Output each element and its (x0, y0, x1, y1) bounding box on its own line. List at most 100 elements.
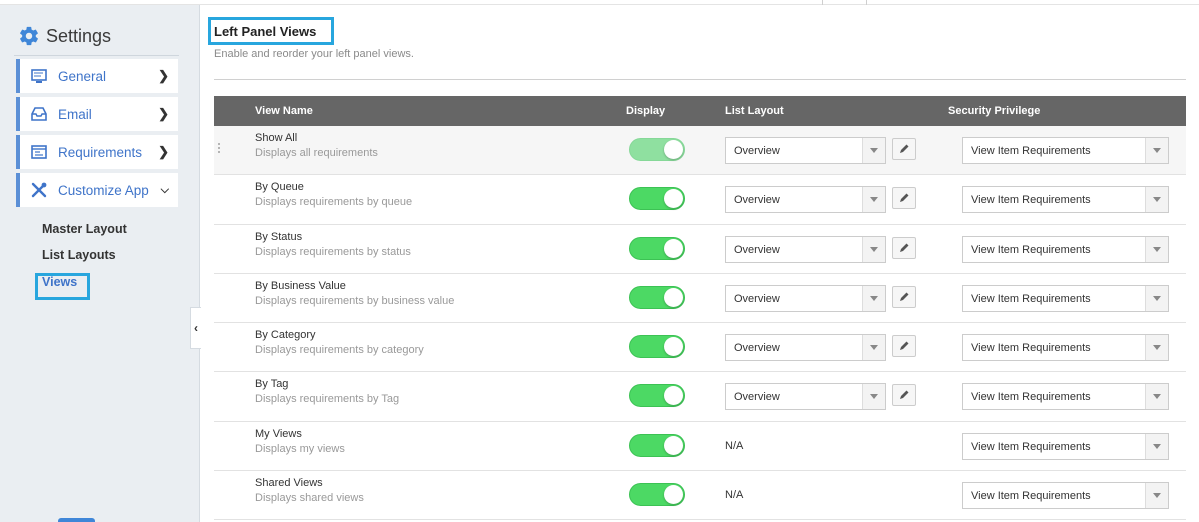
toggle-knob (664, 435, 683, 455)
view-name: My Views (255, 427, 302, 440)
caret-down-icon (862, 384, 885, 410)
list-layout-select[interactable]: Overview (725, 235, 886, 263)
display-toggle[interactable] (629, 335, 685, 359)
requirements-icon (30, 144, 48, 160)
edit-layout-button[interactable] (892, 187, 916, 210)
list-layout-value: N/A (725, 489, 744, 502)
list-layout-select[interactable]: Overview (725, 334, 886, 362)
edit-layout-button[interactable] (892, 236, 916, 259)
table-row[interactable]: Show All Displays all requirements Overv… (214, 126, 1186, 176)
security-privilege-select[interactable]: View Item Requirements (962, 334, 1169, 362)
edit-layout-button[interactable] (892, 138, 916, 160)
toggle-knob (664, 337, 683, 357)
divider (14, 55, 179, 56)
table-row[interactable]: By Category Displays requirements by cat… (214, 323, 1186, 373)
table-row[interactable]: By Queue Displays requirements by queue … (214, 175, 1186, 225)
main-content: Left Panel Views Enable and reorder your… (200, 5, 1199, 522)
view-description: Displays all requirements (255, 147, 378, 159)
display-toggle[interactable] (629, 483, 685, 507)
settings-title: Settings (46, 25, 112, 46)
edit-layout-button[interactable] (892, 384, 916, 407)
table-row[interactable]: My Views Displays my views N/A View Item… (214, 422, 1186, 472)
chevron-left-icon: ‹ (194, 321, 198, 335)
caret-down-icon (1145, 384, 1168, 410)
select-value: View Item Requirements (971, 440, 1091, 453)
pencil-icon (900, 390, 909, 400)
submenu-list-layouts[interactable]: List Layouts (42, 248, 116, 262)
display-toggle[interactable] (629, 187, 685, 211)
select-value: View Item Requirements (971, 243, 1091, 256)
column-header-security-privilege: Security Privilege (948, 105, 1041, 117)
menu-item-label: Email (58, 106, 92, 122)
table-header: View Name Display List Layout Security P… (214, 96, 1186, 126)
list-layout-value: N/A (725, 439, 744, 452)
select-value: Overview (734, 391, 780, 404)
list-layout-select[interactable]: Overview (725, 186, 886, 214)
security-privilege-select[interactable]: View Item Requirements (962, 284, 1169, 312)
drag-handle-icon[interactable] (218, 143, 221, 155)
view-name: Shared Views (255, 477, 323, 490)
select-value: Overview (734, 145, 780, 157)
security-privilege-select[interactable]: View Item Requirements (962, 432, 1169, 460)
select-value: View Item Requirements (971, 292, 1091, 305)
toggle-knob (664, 189, 683, 209)
edit-layout-button[interactable] (892, 335, 916, 358)
column-header-display: Display (626, 105, 666, 117)
security-privilege-select[interactable]: View Item Requirements (962, 482, 1169, 510)
divider (214, 79, 1186, 80)
select-value: Overview (734, 342, 780, 355)
pencil-icon (900, 193, 909, 203)
select-value: View Item Requirements (971, 391, 1091, 404)
chevron-down-icon: ⌵ (160, 183, 169, 196)
views-highlight (35, 273, 90, 300)
views-table: View Name Display List Layout Security P… (214, 96, 1186, 521)
list-layout-select[interactable]: Overview (725, 284, 886, 312)
select-value: View Item Requirements (971, 194, 1091, 207)
display-toggle[interactable] (629, 138, 685, 161)
menu-item-requirements[interactable]: Requirements ❯ (16, 135, 178, 169)
view-description: Displays requirements by business value (255, 294, 455, 307)
settings-header: Settings (18, 25, 111, 47)
security-privilege-select[interactable]: View Item Requirements (962, 235, 1169, 263)
select-value: View Item Requirements (971, 145, 1091, 157)
security-privilege-select[interactable]: View Item Requirements (962, 186, 1169, 214)
toggle-knob (664, 485, 683, 505)
caret-down-icon (1145, 236, 1168, 262)
view-description: Displays shared views (255, 492, 364, 505)
edit-layout-button[interactable] (892, 285, 916, 308)
view-name: By Tag (255, 378, 289, 391)
table-row[interactable]: Shared Views Displays shared views N/A V… (214, 471, 1186, 521)
menu-item-label: General (58, 68, 107, 84)
display-toggle[interactable] (629, 285, 685, 309)
display-toggle[interactable] (629, 433, 685, 457)
gear-icon (20, 26, 38, 46)
view-name: By Status (255, 230, 303, 243)
view-description: Displays requirements by category (255, 344, 424, 357)
security-privilege-select[interactable]: View Item Requirements (962, 137, 1169, 164)
menu-item-customize-app[interactable]: Customize App ⌵ (16, 173, 178, 207)
display-toggle[interactable] (629, 384, 685, 408)
menu-item-email[interactable]: Email ❯ (16, 97, 178, 131)
menu-item-label: Customize App (58, 182, 149, 198)
display-toggle[interactable] (629, 236, 685, 260)
security-privilege-select[interactable]: View Item Requirements (962, 383, 1169, 411)
toggle-knob (664, 140, 683, 159)
table-row[interactable]: By Tag Displays requirements by Tag Over… (214, 372, 1186, 422)
caret-down-icon (1145, 187, 1168, 213)
table-row[interactable]: By Business Value Displays requirements … (214, 274, 1186, 324)
pencil-icon (900, 341, 909, 351)
list-layout-select[interactable]: Overview (725, 383, 886, 411)
caret-down-icon (1145, 138, 1168, 163)
table-row[interactable]: By Status Displays requirements by statu… (214, 225, 1186, 274)
menu-item-general[interactable]: General ❯ (16, 59, 178, 93)
settings-sidebar: Settings General ❯ Email ❯ Requirements … (0, 5, 200, 522)
help-button[interactable] (58, 518, 95, 522)
menu-item-label: Requirements (58, 144, 143, 160)
view-description: Displays requirements by queue (255, 196, 413, 209)
view-name: By Business Value (255, 279, 346, 292)
page-title: Left Panel Views (214, 24, 317, 39)
view-description: Displays requirements by status (255, 245, 411, 258)
submenu-master-layout[interactable]: Master Layout (42, 222, 127, 236)
inbox-icon (30, 106, 48, 122)
list-layout-select[interactable]: Overview (725, 137, 886, 164)
